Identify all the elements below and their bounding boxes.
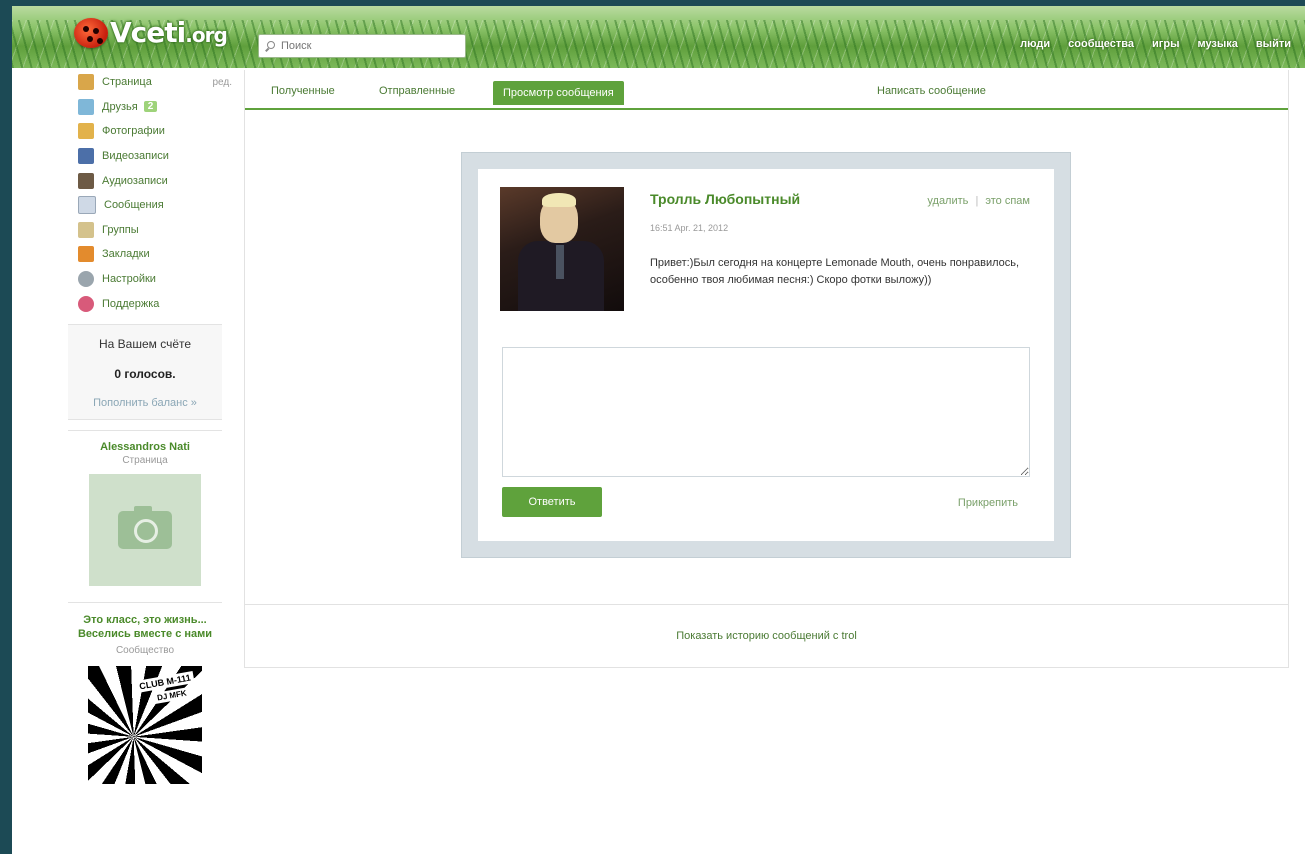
window-frame-left	[0, 0, 12, 854]
video-icon	[78, 148, 94, 165]
profile-sub: Страница	[122, 454, 168, 466]
reply-button[interactable]: Ответить	[502, 487, 602, 517]
camera-icon	[118, 505, 172, 549]
sidebar-item-bookmarks[interactable]: Закладки	[66, 242, 236, 267]
sidebar-item-label: Фотографии	[102, 125, 165, 138]
message-box: Тролль Любопытный удалить | это спам 16:…	[461, 152, 1071, 558]
poster-subtitle: DJ MFK	[153, 686, 191, 704]
groups-icon	[78, 221, 94, 238]
community-sub: Сообщество	[115, 644, 175, 656]
sidebar-item-groups[interactable]: Группы	[66, 218, 236, 243]
nav-games[interactable]: игры	[1152, 38, 1179, 50]
sidebar: Страница ред. Друзья 2 Фотографии Видеоз…	[66, 70, 236, 784]
community-poster[interactable]: CLUB M-111 DJ MFK	[88, 665, 202, 784]
top-navigation: люди сообщества игры музыка выйти	[1020, 38, 1291, 50]
site-logo[interactable]: Vceti.org	[74, 16, 228, 49]
photos-icon	[78, 123, 94, 140]
sidebar-item-label: Друзья	[102, 100, 138, 113]
tab-sent[interactable]: Отправленные	[379, 85, 455, 97]
sidebar-item-settings[interactable]: Настройки	[66, 267, 236, 292]
sidebar-item-audio[interactable]: Аудиозаписи	[66, 168, 236, 193]
sidebar-item-label: Закладки	[102, 248, 150, 261]
sidebar-item-video[interactable]: Видеозаписи	[66, 144, 236, 169]
logo-text: Vceti.org	[110, 16, 228, 49]
sidebar-item-support[interactable]: Поддержка	[66, 291, 236, 316]
sidebar-item-label: Страница	[102, 76, 152, 89]
mail-icon	[78, 196, 96, 215]
sidebar-item-label: Видеозаписи	[102, 150, 169, 163]
tab-view-message[interactable]: Просмотр сообщения	[493, 81, 624, 105]
write-message-link[interactable]: Написать сообщение	[877, 85, 986, 97]
avatar-hair	[542, 193, 576, 207]
search-input[interactable]	[279, 39, 453, 53]
community-name[interactable]: Это класс, это жизнь... Веселись вместе …	[68, 613, 222, 641]
actions-separator: |	[975, 195, 979, 207]
sidebar-item-label: Аудиозаписи	[102, 174, 168, 187]
friends-count-badge: 2	[143, 101, 158, 113]
message-card: Тролль Любопытный удалить | это спам 16:…	[478, 169, 1054, 541]
balance-panel: На Вашем счёте 0 голосов. Пополнить бала…	[68, 323, 222, 420]
main-content: Полученные Отправленные Просмотр сообщен…	[244, 70, 1289, 668]
profile-widget: Alessandros Nati Страница	[68, 429, 222, 586]
community-widget: Это класс, это жизнь... Веселись вместе …	[68, 601, 222, 784]
balance-votes: 0 голосов.	[114, 366, 176, 381]
nav-communities[interactable]: сообщества	[1068, 38, 1134, 50]
sidebar-item-label: Поддержка	[102, 297, 160, 310]
sidebar-item-messages[interactable]: Сообщения	[66, 193, 236, 218]
sidebar-item-label: Сообщения	[104, 199, 164, 212]
delete-link[interactable]: удалить	[927, 195, 968, 207]
avatar-tie	[556, 245, 564, 279]
reply-textarea[interactable]	[502, 347, 1030, 477]
sidebar-item-label: Настройки	[102, 273, 156, 286]
audio-icon	[78, 172, 94, 189]
home-icon	[78, 74, 94, 91]
topup-link[interactable]: Пополнить баланс »	[68, 397, 222, 409]
attach-link[interactable]: Прикрепить	[958, 497, 1018, 509]
bookmarks-icon	[78, 246, 94, 263]
history-link[interactable]: Показать историю сообщений с trol	[245, 604, 1288, 667]
message-actions: удалить | это спам	[927, 195, 1030, 207]
search-icon	[265, 41, 275, 51]
search-box[interactable]	[258, 34, 466, 58]
nav-people[interactable]: люди	[1020, 38, 1050, 50]
ladybug-icon	[74, 17, 108, 48]
spam-link[interactable]: это спам	[985, 195, 1030, 207]
friends-icon	[78, 98, 94, 115]
sender-avatar[interactable]	[500, 187, 624, 311]
tab-inbox[interactable]: Полученные	[271, 85, 335, 97]
sidebar-item-photos[interactable]: Фотографии	[66, 119, 236, 144]
balance-title: На Вашем счёте	[98, 336, 192, 351]
sidebar-item-label: Группы	[102, 223, 139, 236]
message-text: Привет:)Был сегодня на концерте Lemonade…	[650, 257, 1020, 286]
settings-icon	[78, 271, 94, 288]
nav-music[interactable]: музыка	[1197, 38, 1237, 50]
profile-photo-placeholder[interactable]	[89, 473, 201, 586]
sidebar-item-page[interactable]: Страница ред.	[66, 70, 236, 95]
message-tabs: Полученные Отправленные Просмотр сообщен…	[245, 70, 1288, 110]
site-header: Vceti.org люди сообщества игры музыка вы…	[12, 6, 1305, 68]
message-date: 16:51 Apr. 21, 2012	[650, 223, 729, 233]
edit-link[interactable]: ред.	[212, 77, 232, 88]
sidebar-item-friends[interactable]: Друзья 2	[66, 95, 236, 120]
sender-name[interactable]: Тролль Любопытный	[650, 191, 800, 207]
support-icon	[78, 295, 94, 312]
nav-logout[interactable]: выйти	[1256, 38, 1291, 50]
profile-name[interactable]: Alessandros Nati	[68, 441, 222, 453]
